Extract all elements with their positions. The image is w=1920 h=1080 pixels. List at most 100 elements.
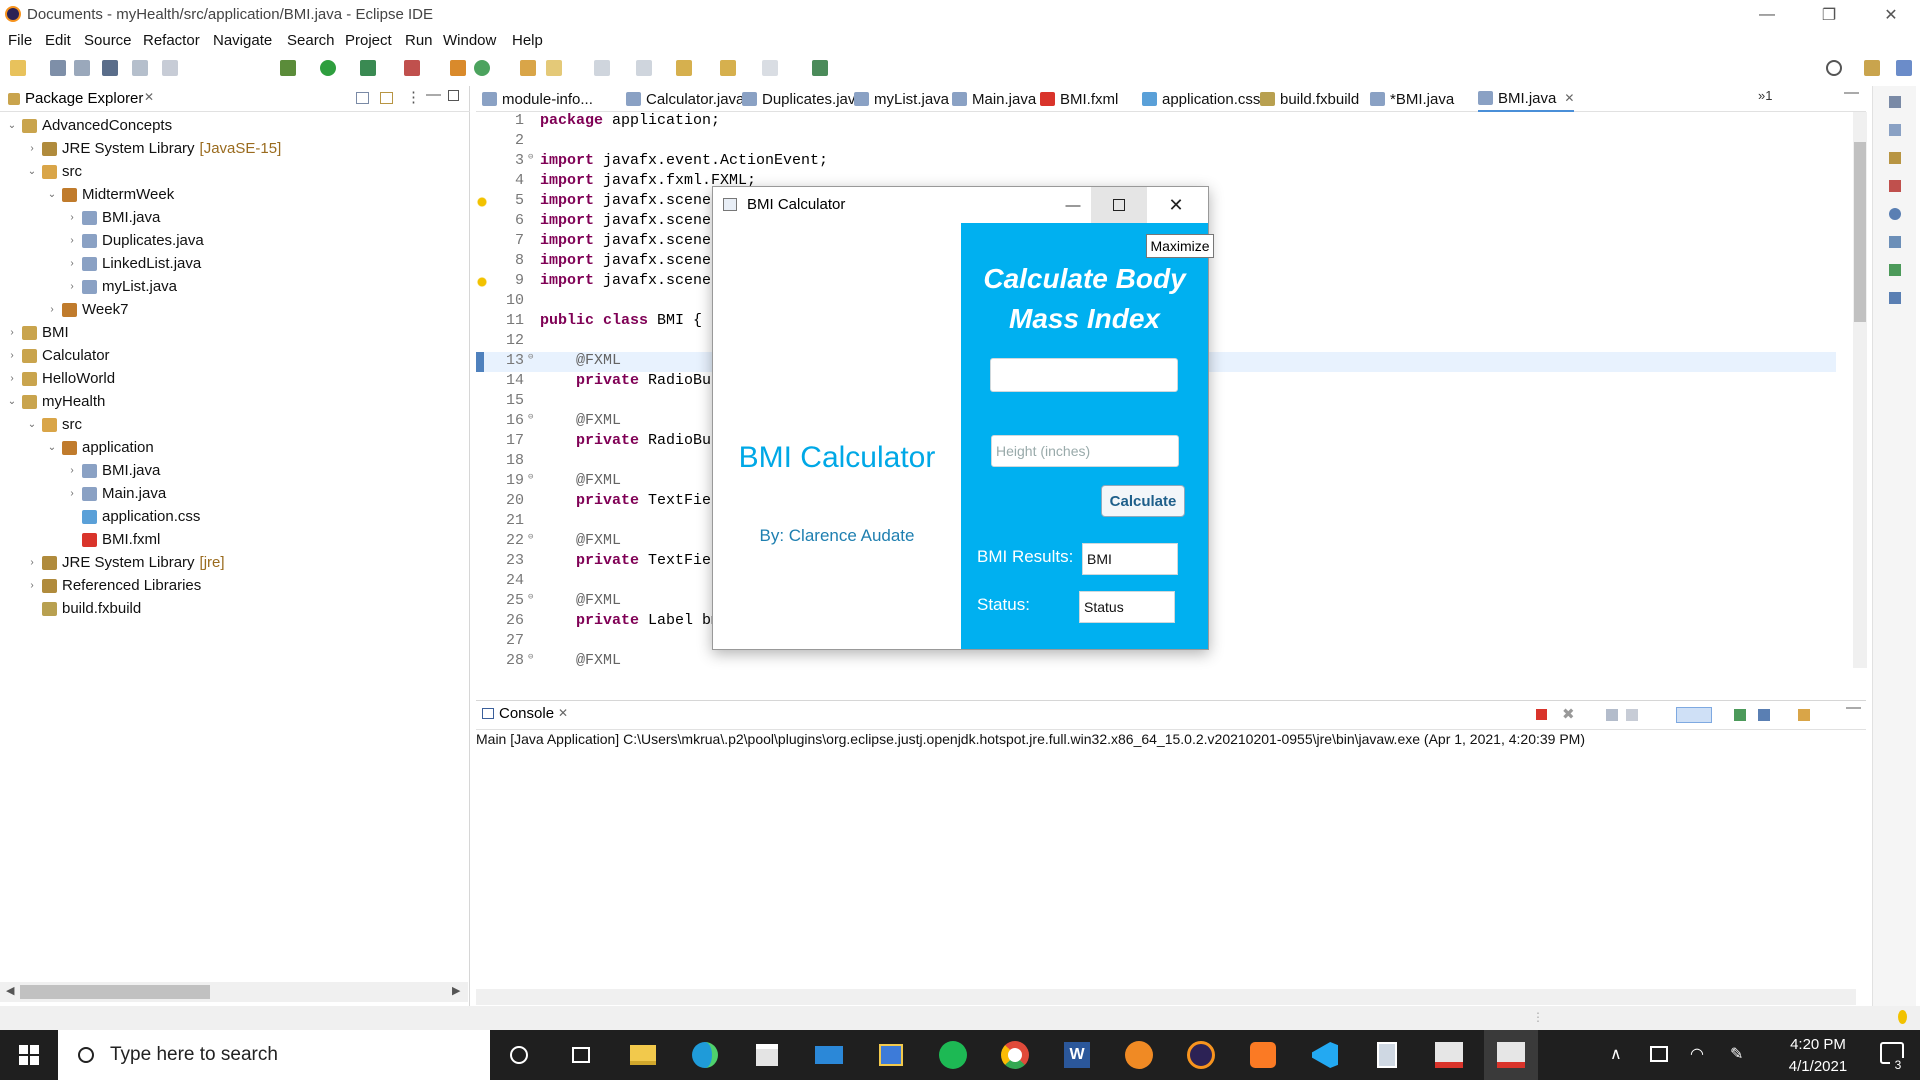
editor-tab[interactable]: Calculator.java (626, 86, 744, 112)
tree-item[interactable]: build.fxbuild (0, 597, 141, 620)
console-minimize-icon[interactable]: — (1846, 699, 1861, 716)
expand-arrow-icon[interactable]: › (66, 258, 78, 269)
editor-tab[interactable]: application.css (1142, 86, 1260, 112)
horizontal-scrollbar[interactable]: ◀ ▶ (0, 982, 468, 1002)
collapse-arrow-icon[interactable]: ⌄ (26, 419, 38, 430)
bmi-results-field[interactable]: BMI (1082, 543, 1178, 575)
menu-search[interactable]: Search (287, 32, 335, 49)
scroll-lock-icon[interactable] (1626, 709, 1638, 721)
open-console-icon[interactable] (1798, 709, 1810, 721)
maximize-view-icon[interactable] (448, 90, 459, 101)
editor-tab[interactable]: BMI.fxml (1040, 86, 1118, 112)
expand-arrow-icon[interactable]: › (66, 465, 78, 476)
task-view-icon[interactable] (554, 1030, 608, 1080)
network-app-icon[interactable] (864, 1030, 918, 1080)
console-title[interactable]: Console (499, 705, 554, 722)
java-app-icon[interactable] (1422, 1030, 1476, 1080)
collapse-all-icon[interactable] (356, 92, 369, 104)
run-icon[interactable] (320, 60, 336, 76)
terminal-icon[interactable] (102, 60, 118, 76)
collapse-arrow-icon[interactable]: ⌄ (46, 442, 58, 453)
show-hidden-icons-icon[interactable]: ∧ (1610, 1044, 1622, 1064)
expand-arrow-icon[interactable]: › (46, 304, 58, 315)
menu-file[interactable]: File (8, 32, 32, 49)
calculator-icon[interactable] (1360, 1030, 1414, 1080)
menu-help[interactable]: Help (512, 32, 543, 49)
expand-arrow-icon[interactable]: › (66, 488, 78, 499)
tree-item[interactable]: BMI.fxml (0, 528, 160, 551)
scrollbar-thumb[interactable] (20, 985, 210, 999)
collapse-arrow-icon[interactable]: ⌄ (6, 120, 18, 131)
pin-editor-icon[interactable] (812, 60, 828, 76)
menu-edit[interactable]: Edit (45, 32, 71, 49)
tree-item[interactable]: › Calculator (0, 344, 109, 367)
expand-arrow-icon[interactable]: › (6, 327, 18, 338)
terminate-icon[interactable] (1536, 709, 1547, 720)
console-close-icon[interactable]: ✕ (558, 706, 568, 720)
expand-arrow-icon[interactable]: › (26, 143, 38, 154)
fold-toggle-icon[interactable]: ⊖ (528, 472, 540, 492)
file-explorer-icon[interactable] (616, 1030, 670, 1080)
tip-lightbulb-icon[interactable] (1898, 1010, 1907, 1024)
mail-icon[interactable] (802, 1030, 856, 1080)
fold-toggle-icon[interactable]: ⊖ (528, 412, 540, 432)
pen-icon[interactable]: ✎ (1730, 1044, 1743, 1064)
java-perspective-icon[interactable] (1896, 60, 1912, 76)
tree-item[interactable]: ⌄ src (0, 160, 82, 183)
editor-vertical-scrollbar[interactable] (1853, 112, 1867, 668)
microsoft-store-icon[interactable] (740, 1030, 794, 1080)
edge-icon[interactable] (678, 1030, 732, 1080)
collapse-arrow-icon[interactable]: ⌄ (26, 166, 38, 177)
tree-item[interactable]: › JRE System Library [jre] (0, 551, 224, 574)
editor-tab[interactable]: Main.java (952, 86, 1036, 112)
editor-tab[interactable]: Duplicates.java (742, 86, 864, 112)
last-edit-icon[interactable] (676, 60, 692, 76)
previous-annotation-icon[interactable] (636, 60, 652, 76)
link-with-editor-icon[interactable] (380, 92, 393, 104)
fold-toggle-icon[interactable]: ⊖ (528, 652, 540, 672)
weight-input[interactable] (990, 358, 1178, 392)
new-java-class-icon[interactable] (474, 60, 490, 76)
clock-time[interactable]: 4:20 PM (1758, 1036, 1878, 1053)
tree-item[interactable]: › Referenced Libraries (0, 574, 201, 597)
search-icon[interactable] (1826, 60, 1842, 76)
dialog-minimize-button[interactable]: — (1049, 191, 1097, 219)
scroll-right-icon[interactable]: ▶ (452, 984, 460, 997)
tree-item[interactable]: ⌄ application (0, 436, 154, 459)
menu-refactor[interactable]: Refactor (143, 32, 200, 49)
fold-toggle-icon[interactable]: ⊖ (528, 152, 540, 172)
dialog-close-button[interactable]: ✕ (1147, 189, 1205, 221)
meet-now-icon[interactable] (1650, 1046, 1668, 1062)
tree-item[interactable]: › BMI.java (0, 459, 160, 482)
tree-item[interactable]: application.css (0, 505, 200, 528)
console-horizontal-scrollbar[interactable] (476, 989, 1856, 1005)
editor-tab[interactable]: BMI.java ✕ (1478, 86, 1575, 112)
xampp-icon[interactable] (1236, 1030, 1290, 1080)
status-field[interactable]: Status (1079, 591, 1175, 623)
progress-icon[interactable] (1889, 264, 1901, 276)
tree-item[interactable]: ⌄ myHealth (0, 390, 106, 413)
editor-minimize-icon[interactable]: — (1844, 84, 1859, 101)
close-tab-icon[interactable]: ✕ (1564, 91, 1574, 105)
tree-item[interactable]: ⌄ AdvancedConcepts (0, 114, 172, 137)
save-icon[interactable] (50, 60, 66, 76)
menu-run[interactable]: Run (405, 32, 433, 49)
tree-item[interactable]: › myList.java (0, 275, 177, 298)
back-icon[interactable] (720, 60, 736, 76)
clock-date[interactable]: 4/1/2021 (1758, 1058, 1878, 1075)
editor-tab[interactable]: *BMI.java (1370, 86, 1454, 112)
next-annotation-icon[interactable] (594, 60, 610, 76)
tree-item[interactable]: › HelloWorld (0, 367, 115, 390)
menu-window[interactable]: Window (443, 32, 496, 49)
editor-scroll-thumb[interactable] (1854, 142, 1866, 322)
tree-item[interactable]: › LinkedList.java (0, 252, 201, 275)
problems-icon[interactable] (1889, 180, 1901, 192)
tree-item[interactable]: ⌄ src (0, 413, 82, 436)
outline-icon[interactable] (1889, 96, 1901, 108)
scroll-left-icon[interactable]: ◀ (6, 984, 14, 997)
tree-item[interactable]: › Week7 (0, 298, 128, 321)
editor-overflow-indicator[interactable]: »1 (1758, 88, 1772, 103)
menu-project[interactable]: Project (345, 32, 392, 49)
show-console-toggle-icon[interactable] (1676, 707, 1712, 723)
display-console-icon[interactable] (1758, 709, 1770, 721)
